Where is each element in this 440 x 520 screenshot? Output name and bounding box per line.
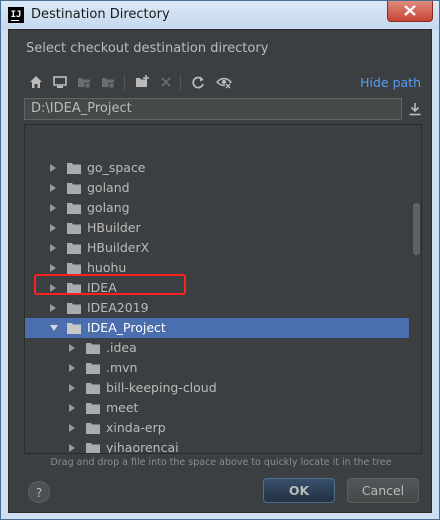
expanded-arrow-icon[interactable]: [50, 325, 58, 331]
tree-row-label: xinda-erp: [106, 420, 166, 435]
collapsed-arrow-icon[interactable]: [50, 244, 56, 252]
tree-row[interactable]: IDEA2019: [25, 298, 409, 318]
tree-row[interactable]: HBuilder: [25, 218, 409, 238]
collapsed-arrow-icon[interactable]: [69, 424, 75, 432]
project-directory-button[interactable]: [74, 72, 94, 92]
tree-row-label: IDEA_Project: [87, 320, 166, 335]
hide-path-link[interactable]: Hide path: [360, 75, 421, 90]
home-button[interactable]: [26, 72, 46, 92]
collapsed-arrow-icon[interactable]: [50, 164, 56, 172]
path-input[interactable]: D:\IDEA_Project: [24, 98, 402, 120]
folder-icon: [86, 343, 100, 354]
collapsed-arrow-icon[interactable]: [50, 184, 56, 192]
tree-row-label: meet: [106, 400, 139, 415]
tree-row[interactable]: bill-keeping-cloud: [25, 378, 409, 398]
refresh-button[interactable]: [188, 72, 208, 92]
tree-row-label: HBuilderX: [87, 240, 150, 255]
tree-row-label: bill-keeping-cloud: [106, 380, 217, 395]
show-hidden-icon: [216, 77, 232, 89]
dialog-subtitle: Select checkout destination directory: [26, 41, 269, 56]
folder-icon: [67, 163, 81, 174]
toolbar-separator: [180, 75, 181, 90]
path-history-button[interactable]: [406, 100, 424, 118]
tree-row[interactable]: go_space: [25, 158, 409, 178]
folder-icon: [86, 443, 100, 453]
delete-icon: [161, 77, 171, 87]
tree-row-label: goland: [87, 180, 130, 195]
tree-row[interactable]: yihaorencai: [25, 438, 409, 454]
ok-button[interactable]: OK: [263, 478, 335, 503]
folder-icon: [86, 403, 100, 414]
delete-button[interactable]: [156, 72, 176, 92]
annotation-highlight-box: [34, 274, 186, 295]
intellij-app-icon: IJ: [8, 7, 24, 23]
desktop-button[interactable]: [50, 72, 70, 92]
tree-row[interactable]: .idea: [25, 338, 409, 358]
folder-icon: [86, 383, 100, 394]
directory-tree[interactable]: go_space goland golang HBuilder HBuilderX huo…: [24, 124, 422, 454]
desktop-icon: [53, 76, 67, 88]
collapsed-arrow-icon[interactable]: [69, 364, 75, 372]
download-arrow-icon: [409, 103, 421, 116]
tree-row[interactable]: golang: [25, 198, 409, 218]
cancel-button[interactable]: Cancel: [347, 478, 419, 503]
tree-row[interactable]: xinda-erp: [25, 418, 409, 438]
tree-row-label: go_space: [87, 160, 146, 175]
window-title: Destination Directory: [31, 7, 170, 22]
tree-row[interactable]: meet: [25, 398, 409, 418]
dialog-window: IJ Destination Directory Select checkout…: [0, 0, 440, 520]
tree-row[interactable]: .mvn: [25, 358, 409, 378]
dialog-body: Select checkout destination directory Hi…: [8, 29, 432, 513]
tree-row-label: .idea: [106, 340, 137, 355]
collapsed-arrow-icon[interactable]: [50, 204, 56, 212]
new-folder-icon: [136, 75, 149, 87]
project-folder-icon: [78, 78, 91, 89]
folder-icon: [67, 323, 81, 334]
tree-row-label: HBuilder: [87, 220, 141, 235]
folder-icon: [67, 263, 81, 274]
tree-row-label: IDEA2019: [87, 300, 149, 315]
tree-row[interactable]: IDEA_Project: [25, 318, 409, 338]
title-bar[interactable]: IJ Destination Directory: [1, 1, 439, 29]
folder-icon: [86, 423, 100, 434]
collapsed-arrow-icon[interactable]: [69, 404, 75, 412]
folder-icon: [67, 243, 81, 254]
folder-icon: [67, 303, 81, 314]
window-close-button[interactable]: [387, 1, 433, 22]
drag-drop-hint: Drag and drop a file into the space abov…: [50, 457, 392, 468]
collapsed-arrow-icon[interactable]: [50, 264, 56, 272]
tree-row-label: .mvn: [106, 360, 138, 375]
folder-icon: [67, 183, 81, 194]
tree-scrollbar[interactable]: [412, 125, 421, 453]
collapsed-arrow-icon[interactable]: [69, 384, 75, 392]
tree-row[interactable]: goland: [25, 178, 409, 198]
tree-row-label: golang: [87, 200, 130, 215]
close-icon: [404, 5, 416, 16]
folder-icon: [67, 223, 81, 234]
tree-row[interactable]: HBuilderX: [25, 238, 409, 258]
tree-row-label: yihaorencai: [106, 440, 179, 454]
collapsed-arrow-icon[interactable]: [50, 224, 56, 232]
collapsed-arrow-icon[interactable]: [50, 304, 56, 312]
module-folder-icon: [102, 78, 115, 89]
help-button[interactable]: ?: [28, 481, 50, 503]
show-hidden-files-button[interactable]: [214, 72, 234, 92]
collapsed-arrow-icon[interactable]: [69, 344, 75, 352]
collapsed-arrow-icon[interactable]: [69, 444, 75, 452]
folder-icon: [86, 363, 100, 374]
new-folder-button[interactable]: [132, 72, 152, 92]
folder-icon: [67, 203, 81, 214]
module-directory-button[interactable]: [98, 72, 118, 92]
refresh-icon: [192, 76, 204, 89]
toolbar-separator: [124, 75, 125, 90]
home-icon: [30, 76, 42, 88]
scrollbar-thumb[interactable]: [413, 203, 420, 255]
